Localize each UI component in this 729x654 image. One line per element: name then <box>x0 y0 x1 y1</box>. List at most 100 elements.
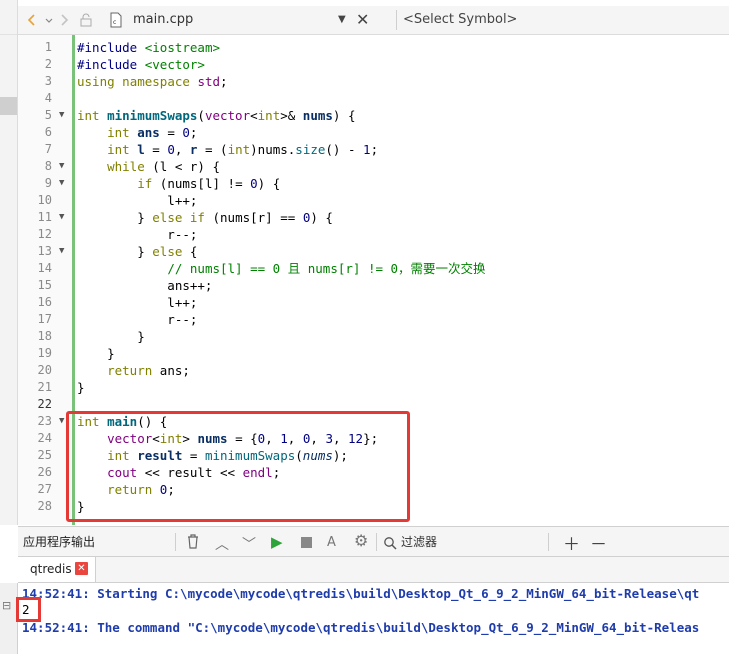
line-number: 27 <box>37 482 52 496</box>
symbol-selector[interactable]: <Select Symbol> <box>403 6 517 34</box>
chevron-down-icon[interactable]: ▼ <box>338 6 346 34</box>
code-line[interactable]: 19 } <box>18 345 729 362</box>
file-name-combo[interactable]: main.cpp <box>133 6 193 34</box>
code-text: int ans = 0; <box>107 125 198 140</box>
code-line[interactable]: 10 l++; <box>18 192 729 209</box>
tab-label: qtredis <box>30 562 72 576</box>
fold-arrow-icon[interactable]: ▼ <box>59 175 64 192</box>
code-line[interactable]: 12 r--; <box>18 226 729 243</box>
code-line[interactable]: 11 ▼ } else if (nums[r] == 0) { <box>18 209 729 226</box>
code-line[interactable]: 18 } <box>18 328 729 345</box>
code-text: ans++; <box>77 278 213 293</box>
code-line[interactable]: 2 #include <vector> <box>18 56 729 73</box>
line-number: 10 <box>37 193 52 207</box>
toolbar-divider <box>175 533 176 551</box>
output-pane-title: 应用程序输出 <box>23 535 96 549</box>
toolbar-divider <box>376 533 377 551</box>
search-icon <box>384 537 397 550</box>
line-number: 20 <box>37 363 52 377</box>
side-panel-selected-row[interactable] <box>0 97 17 115</box>
play-icon[interactable]: ▶ <box>271 533 283 551</box>
code-text: int minimumSwaps(vector<int>& nums) { <box>77 108 356 123</box>
gear-icon[interactable]: ⚙ <box>354 531 368 550</box>
code-line[interactable]: 1 #include <iostream> <box>18 39 729 56</box>
line-number: 2 <box>44 57 52 71</box>
code-text: #include <iostream> <box>77 40 221 55</box>
output-pane-header: 应用程序输出 ︿ ﹀ ▶ A ⚙ 过滤器 ＋ － <box>18 526 729 557</box>
line-number: 5 <box>44 108 52 122</box>
code-text: } else if (nums[r] == 0) { <box>77 210 333 225</box>
collapse-icon[interactable]: ⊟ <box>2 599 11 612</box>
code-text: #include <vector> <box>77 57 205 72</box>
code-text: // nums[l] == 0 且 nums[r] != 0，需要一次交换 <box>167 261 486 276</box>
line-number: 4 <box>44 91 52 105</box>
code-text: l++; <box>77 295 198 310</box>
code-text: } <box>77 329 145 344</box>
fold-arrow-icon[interactable]: ▼ <box>59 209 64 226</box>
code-line[interactable]: 17 r--; <box>18 311 729 328</box>
line-number: 19 <box>37 346 52 360</box>
code-line[interactable]: 14 // nums[l] == 0 且 nums[r] != 0，需要一次交换 <box>18 260 729 277</box>
plus-icon[interactable]: ＋ <box>563 530 580 555</box>
code-line[interactable]: 3 using namespace std; <box>18 73 729 90</box>
line-number: 9 <box>44 176 52 190</box>
code-line[interactable]: 8 ▼ while (l < r) { <box>18 158 729 175</box>
chevron-down-icon[interactable] <box>44 12 54 28</box>
code-text: return ans; <box>107 363 190 378</box>
output-line-command: 14:52:41: The command "C:\mycode\mycode\… <box>22 620 700 635</box>
line-number: 21 <box>37 380 52 394</box>
trash-icon[interactable] <box>186 534 200 549</box>
code-text: } else { <box>77 244 198 259</box>
line-number: 25 <box>37 448 52 462</box>
code-line[interactable]: 21} <box>18 379 729 396</box>
minus-icon[interactable]: － <box>590 530 607 555</box>
stop-icon[interactable] <box>301 537 312 548</box>
code-line[interactable]: 16 l++; <box>18 294 729 311</box>
code-text: r--; <box>77 312 198 327</box>
line-number: 13 <box>37 244 52 258</box>
forward-arrow-icon[interactable] <box>56 12 72 28</box>
down-arrow-icon[interactable]: ﹀ <box>242 534 256 554</box>
line-number: 17 <box>37 312 52 326</box>
toolbar-divider <box>396 10 397 30</box>
fold-arrow-icon[interactable]: ▼ <box>59 413 64 430</box>
side-panel-strip <box>0 0 18 525</box>
code-line[interactable]: 15 ans++; <box>18 277 729 294</box>
line-number: 6 <box>44 125 52 139</box>
code-text: r--; <box>77 227 198 242</box>
highlight-box-main-function <box>66 411 410 522</box>
code-text: int l = 0, r = (int)nums.size() - 1; <box>107 142 379 157</box>
fold-arrow-icon[interactable]: ▼ <box>59 107 64 124</box>
tab-qtredis[interactable]: qtredis ✕ <box>18 557 96 582</box>
line-number: 23 <box>37 414 52 428</box>
code-line[interactable]: 9 ▼ if (nums[l] != 0) { <box>18 175 729 192</box>
line-number: 14 <box>37 261 52 275</box>
fold-arrow-icon[interactable]: ▼ <box>59 243 64 260</box>
code-line[interactable]: 7 int l = 0, r = (int)nums.size() - 1; <box>18 141 729 158</box>
line-number: 15 <box>37 278 52 292</box>
code-line[interactable]: 6 int ans = 0; <box>18 124 729 141</box>
line-number: 28 <box>37 499 52 513</box>
code-line[interactable]: 13 ▼ } else { <box>18 243 729 260</box>
line-number: 7 <box>44 142 52 156</box>
code-line[interactable]: 20 return ans; <box>18 362 729 379</box>
up-arrow-icon[interactable]: ︿ <box>215 534 229 554</box>
line-number: 12 <box>37 227 52 241</box>
line-number: 3 <box>44 74 52 88</box>
code-line[interactable]: 4 <box>18 90 729 107</box>
line-number: 1 <box>44 40 52 54</box>
close-icon[interactable]: ✕ <box>75 562 88 575</box>
line-number: 24 <box>37 431 52 445</box>
line-number: 16 <box>37 295 52 309</box>
code-text: using namespace std; <box>77 74 228 89</box>
editor-toolbar: c main.cpp ▼ ✕ <Select Symbol> <box>18 6 729 35</box>
line-number: 18 <box>37 329 52 343</box>
fold-arrow-icon[interactable]: ▼ <box>59 158 64 175</box>
font-size-icon[interactable]: A <box>327 535 336 550</box>
code-text: while (l < r) { <box>107 159 221 174</box>
close-icon[interactable]: ✕ <box>356 6 369 34</box>
back-arrow-icon[interactable] <box>24 12 40 28</box>
lock-icon[interactable] <box>78 12 94 28</box>
code-line[interactable]: 5 ▼ int minimumSwaps(vector<int>& nums) { <box>18 107 729 124</box>
filter-input[interactable]: 过滤器 <box>401 527 437 557</box>
